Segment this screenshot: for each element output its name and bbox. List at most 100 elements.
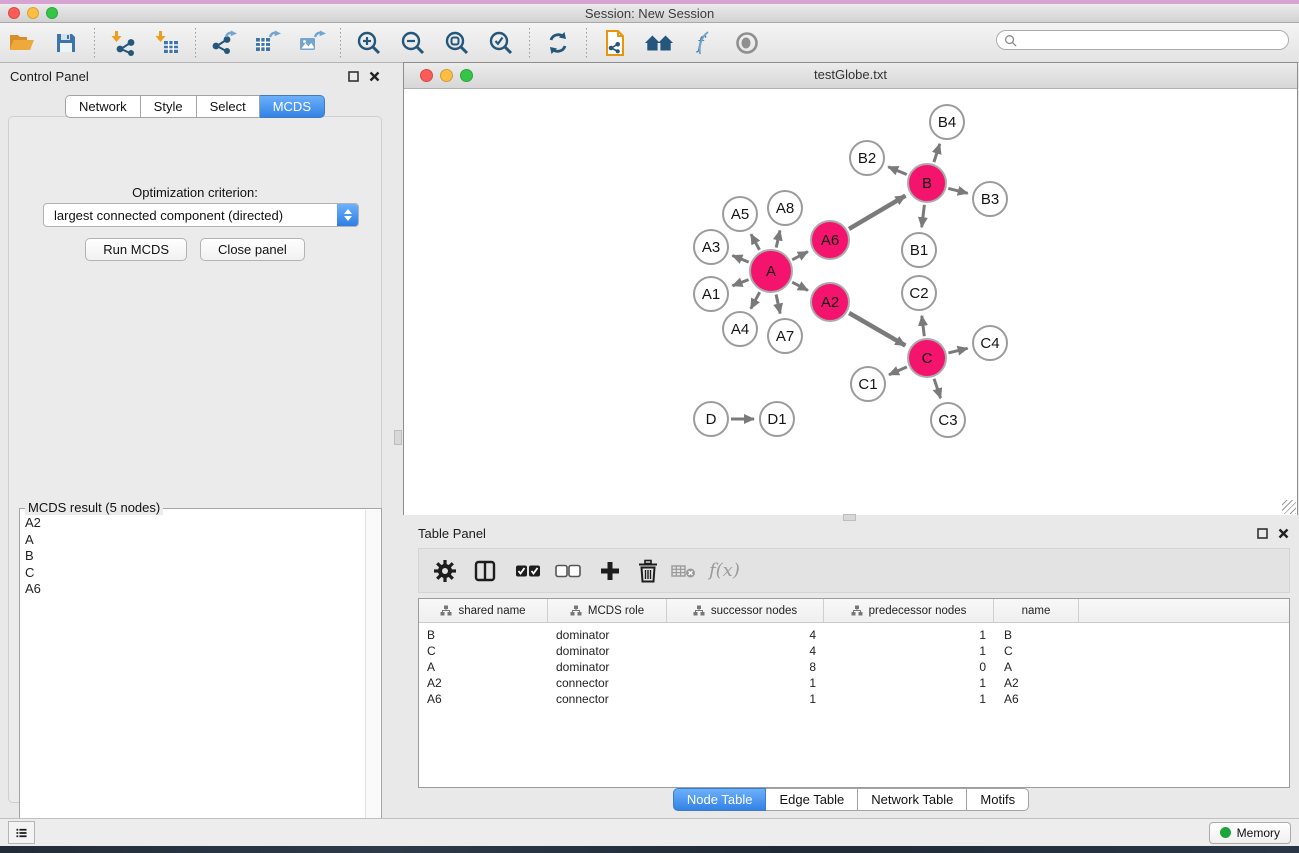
list-item[interactable]: B: [25, 548, 366, 565]
column-header-name[interactable]: name: [994, 599, 1079, 622]
graph-edge-C-C3[interactable]: [934, 379, 941, 398]
graph-node-B4[interactable]: B4: [929, 104, 965, 140]
tab-select[interactable]: Select: [197, 95, 260, 118]
criterion-select[interactable]: largest connected component (directed): [43, 203, 359, 227]
graph-edge-C-C1[interactable]: [889, 367, 907, 375]
open-session-icon[interactable]: [7, 28, 37, 58]
table-row[interactable]: A6 connector 1 1 A6: [419, 691, 1289, 707]
close-panel-icon[interactable]: [369, 71, 380, 82]
save-session-icon[interactable]: [51, 28, 81, 58]
deselect-all-icon[interactable]: [555, 564, 581, 578]
close-panel-button[interactable]: Close panel: [200, 238, 305, 261]
graph-node-C3[interactable]: C3: [930, 402, 966, 438]
graph-edge-A-A1[interactable]: [733, 280, 749, 286]
graph-edge-C-C2[interactable]: [922, 316, 925, 336]
graph-node-A8[interactable]: A8: [767, 190, 803, 226]
graph-node-A2[interactable]: A2: [810, 282, 850, 322]
graph-node-D1[interactable]: D1: [759, 401, 795, 437]
result-scrollbar[interactable]: [365, 510, 380, 851]
graph-node-D[interactable]: D: [693, 401, 729, 437]
import-table-icon[interactable]: [152, 28, 182, 58]
select-all-icon[interactable]: [515, 564, 541, 578]
zoom-selected-icon[interactable]: [486, 28, 516, 58]
tab-style[interactable]: Style: [141, 95, 197, 118]
import-network-icon[interactable]: [108, 28, 138, 58]
tab-mcds[interactable]: MCDS: [260, 95, 325, 118]
float-panel-icon[interactable]: [348, 71, 359, 82]
graph-edge-A-A7[interactable]: [776, 295, 780, 314]
zoom-in-icon[interactable]: [354, 28, 384, 58]
tab-network-table[interactable]: Network Table: [858, 788, 967, 811]
graph-node-C[interactable]: C: [907, 338, 947, 378]
function-builder-icon[interactable]: f(x): [709, 560, 740, 581]
graph-edge-A-A5[interactable]: [751, 234, 760, 250]
delete-table-icon[interactable]: [671, 562, 697, 580]
float-panel-icon[interactable]: [1257, 528, 1268, 539]
table-row[interactable]: A2 connector 1 1 A2: [419, 675, 1289, 691]
export-network-icon[interactable]: [209, 28, 239, 58]
graph-edge-A6-B[interactable]: [849, 196, 905, 229]
network-from-file-icon[interactable]: [600, 28, 630, 58]
graph-edge-A-A2[interactable]: [792, 282, 808, 290]
export-image-icon[interactable]: [297, 28, 327, 58]
column-header-shared-name[interactable]: shared name: [419, 599, 548, 622]
graph-node-B2[interactable]: B2: [849, 140, 885, 176]
list-item[interactable]: A2: [25, 515, 366, 532]
memory-button[interactable]: Memory: [1209, 822, 1291, 844]
graph-node-C1[interactable]: C1: [850, 366, 886, 402]
list-item[interactable]: A6: [25, 581, 366, 598]
list-item[interactable]: C: [25, 565, 366, 582]
zoom-out-icon[interactable]: [398, 28, 428, 58]
column-header-successor-nodes[interactable]: successor nodes: [667, 599, 824, 622]
settings-gear-icon[interactable]: [433, 559, 457, 583]
table-row[interactable]: C dominator 4 1 C: [419, 643, 1289, 659]
eye-icon[interactable]: [732, 28, 762, 58]
search-input[interactable]: [1022, 32, 1288, 48]
export-table-icon[interactable]: [253, 28, 283, 58]
run-mcds-button[interactable]: Run MCDS: [85, 238, 187, 261]
graph-node-A6[interactable]: A6: [810, 220, 850, 260]
graph-edge-A-A4[interactable]: [751, 292, 760, 309]
graph-edge-B-B2[interactable]: [888, 167, 907, 175]
split-panel-icon[interactable]: [473, 559, 497, 583]
delete-column-icon[interactable]: [637, 559, 659, 583]
graph-edge-B-B1[interactable]: [922, 205, 925, 227]
graph-node-C4[interactable]: C4: [972, 325, 1008, 361]
graph-edge-A-A3[interactable]: [732, 256, 748, 263]
add-column-icon[interactable]: [599, 560, 621, 582]
network-window-titlebar[interactable]: testGlobe.txt: [404, 63, 1297, 89]
hide-function-icon[interactable]: f: [688, 28, 718, 58]
search-field[interactable]: [996, 30, 1289, 50]
task-history-button[interactable]: [8, 821, 35, 844]
table-row[interactable]: B dominator 4 1 B: [419, 627, 1289, 643]
graph-node-B[interactable]: B: [907, 163, 947, 203]
tab-motifs[interactable]: Motifs: [967, 788, 1029, 811]
graph-node-A1[interactable]: A1: [693, 276, 729, 312]
graph-node-A3[interactable]: A3: [693, 229, 729, 265]
graph-node-A5[interactable]: A5: [722, 196, 758, 232]
tab-network[interactable]: Network: [65, 95, 141, 118]
list-item[interactable]: A: [25, 532, 366, 549]
graph-node-B1[interactable]: B1: [901, 232, 937, 268]
graph-node-C2[interactable]: C2: [901, 275, 937, 311]
graph-edge-B-B4[interactable]: [934, 144, 940, 162]
graph-edge-B-B3[interactable]: [948, 188, 967, 193]
graph-node-B3[interactable]: B3: [972, 181, 1008, 217]
graph-edge-A-A6[interactable]: [792, 252, 808, 260]
zoom-fit-icon[interactable]: [442, 28, 472, 58]
graph-edge-A2-C[interactable]: [849, 313, 905, 346]
column-header-mcds-role[interactable]: MCDS role: [548, 599, 667, 622]
column-header-predecessor-nodes[interactable]: predecessor nodes: [824, 599, 994, 622]
refresh-icon[interactable]: [543, 28, 573, 58]
graph-edge-A-A8[interactable]: [776, 231, 780, 248]
table-row[interactable]: A dominator 8 0 A: [419, 659, 1289, 675]
graph-node-A7[interactable]: A7: [767, 318, 803, 354]
network-canvas[interactable]: B4 B2 B B3 A8A5 A6 A3 B1 A A1 C2 A2 A4A7 C4 C C1 C3 D D1: [404, 89, 1297, 515]
resize-grip-icon[interactable]: [1282, 500, 1296, 514]
tab-edge-table[interactable]: Edge Table: [766, 788, 858, 811]
graph-node-A4[interactable]: A4: [722, 311, 758, 347]
graph-edge-C-C4[interactable]: [948, 348, 967, 353]
tab-node-table[interactable]: Node Table: [673, 788, 767, 811]
close-panel-icon[interactable]: [1278, 528, 1289, 539]
graph-node-A[interactable]: A: [749, 249, 793, 293]
